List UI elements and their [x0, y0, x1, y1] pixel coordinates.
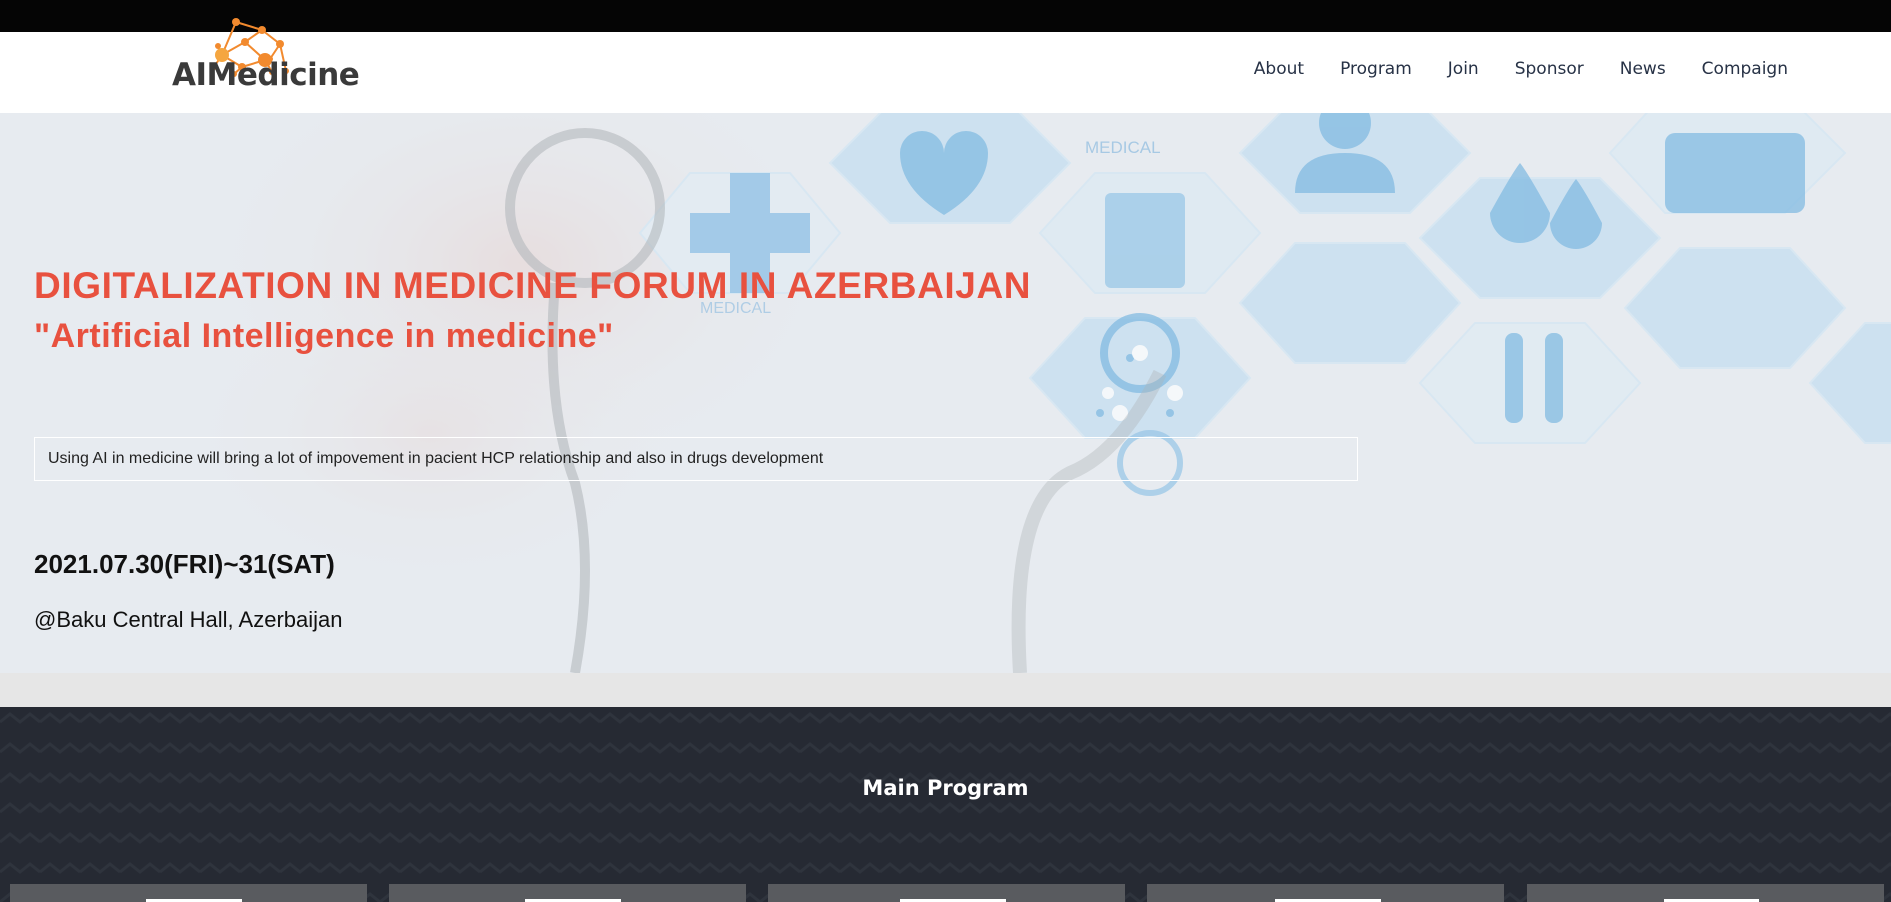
nav-join[interactable]: Join — [1448, 59, 1479, 79]
program-card-4[interactable] — [1147, 884, 1504, 902]
site-header: AIMedicine About Program Join Sponsor Ne… — [0, 18, 1891, 113]
nav-about[interactable]: About — [1254, 59, 1304, 79]
logo-wordmark: AIMedicine — [172, 57, 360, 93]
nav-program[interactable]: Program — [1340, 59, 1412, 79]
hero-description-box: Using AI in medicine will bring a lot of… — [34, 437, 1358, 481]
hero-title: DIGITALIZATION IN MEDICINE FORUM IN AZER… — [34, 265, 1032, 306]
site-logo[interactable]: AIMedicine — [170, 8, 380, 116]
nav-sponsor[interactable]: Sponsor — [1515, 59, 1584, 79]
main-nav: About Program Join Sponsor News Compaign — [1218, 59, 1788, 79]
nav-compaign[interactable]: Compaign — [1702, 59, 1788, 79]
program-card-5[interactable] — [1527, 884, 1884, 902]
hero-description: Using AI in medicine will bring a lot of… — [48, 450, 824, 467]
main-program-section: Main Program — [0, 707, 1891, 902]
main-program-title: Main Program — [862, 776, 1029, 800]
nav-news[interactable]: News — [1620, 59, 1666, 79]
program-card-1[interactable] — [10, 884, 367, 902]
pattern-background — [0, 707, 1891, 902]
hero-subtitle: "Artificial Intelligence in medicine" — [34, 317, 614, 355]
hero-section: MEDICAL MEDICAL DIGITALIZATION IN MEDICI… — [0, 113, 1891, 673]
program-card-3[interactable] — [768, 884, 1125, 902]
event-venue: @Baku Central Hall, Azerbaijan — [34, 607, 343, 632]
medical-background-image: MEDICAL MEDICAL — [0, 113, 1891, 673]
event-date: 2021.07.30(FRI)~31(SAT) — [34, 549, 335, 579]
program-card-2[interactable] — [389, 884, 746, 902]
section-divider — [0, 673, 1891, 707]
